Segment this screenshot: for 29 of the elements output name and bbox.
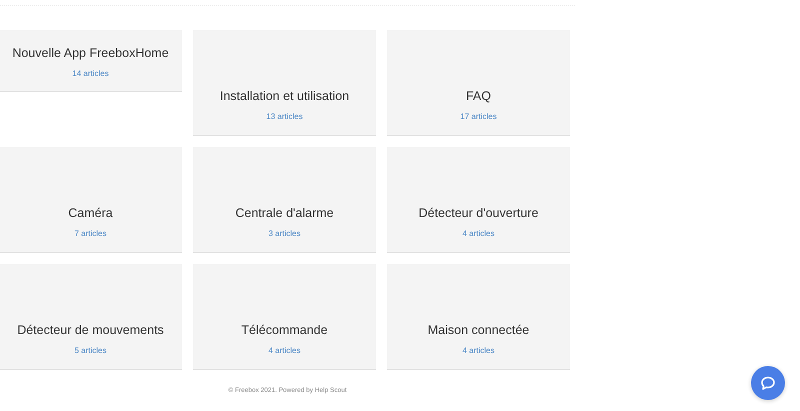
- category-title: Nouvelle App FreeboxHome: [12, 46, 169, 60]
- category-title: Centrale d'alarme: [235, 206, 334, 220]
- category-card[interactable]: Télécommande 4 articles: [193, 264, 376, 370]
- article-count: 17 articles: [460, 112, 497, 121]
- category-card[interactable]: Nouvelle App FreeboxHome 14 articles: [0, 30, 182, 92]
- article-count: 4 articles: [462, 229, 494, 238]
- article-count: 13 articles: [266, 112, 303, 121]
- category-card[interactable]: Détecteur de mouvements 5 articles: [0, 264, 182, 370]
- category-title: Détecteur d'ouverture: [418, 206, 538, 220]
- category-card[interactable]: FAQ 17 articles: [387, 30, 570, 136]
- article-count: 3 articles: [268, 229, 300, 238]
- category-title: Maison connectée: [428, 323, 530, 337]
- article-count: 4 articles: [268, 346, 300, 355]
- category-card[interactable]: Détecteur d'ouverture 4 articles: [387, 147, 570, 253]
- article-count: 5 articles: [74, 346, 106, 355]
- chat-bubble-icon: [760, 376, 776, 390]
- category-title: Télécommande: [241, 323, 328, 337]
- category-card[interactable]: Maison connectée 4 articles: [387, 264, 570, 370]
- chat-button[interactable]: [751, 366, 785, 400]
- article-count: 4 articles: [462, 346, 494, 355]
- category-title: FAQ: [466, 89, 491, 103]
- category-card[interactable]: Centrale d'alarme 3 articles: [193, 147, 376, 253]
- article-count: 14 articles: [72, 69, 109, 78]
- category-card[interactable]: Caméra 7 articles: [0, 147, 182, 253]
- article-count: 7 articles: [74, 229, 106, 238]
- category-card[interactable]: Installation et utilisation 13 articles: [193, 30, 376, 136]
- category-title: Installation et utilisation: [220, 89, 350, 103]
- category-title: Détecteur de mouvements: [17, 323, 164, 337]
- category-title: Caméra: [68, 206, 113, 220]
